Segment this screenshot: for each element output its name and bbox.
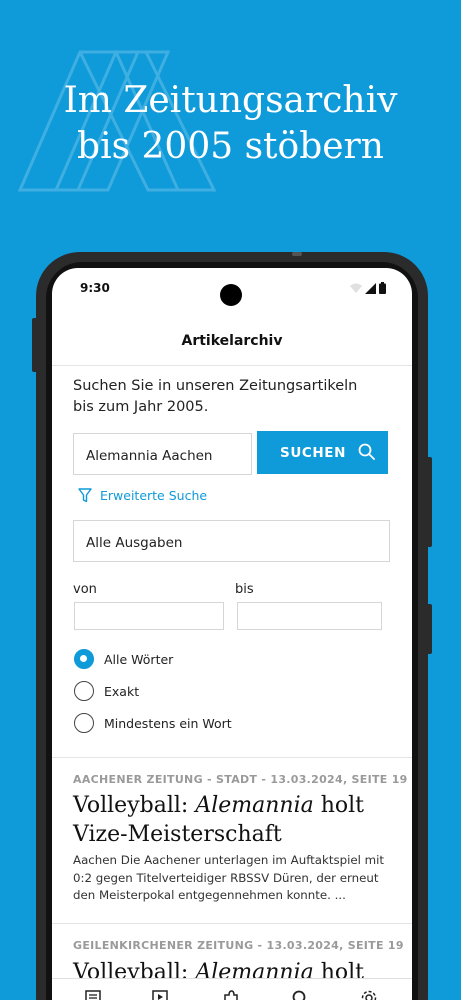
radio-circle-selected bbox=[74, 649, 94, 669]
search-button[interactable]: SUCHEN bbox=[257, 431, 388, 474]
status-time: 9:30 bbox=[80, 281, 110, 295]
radio-at-least-one-word[interactable]: Mindestens ein Wort bbox=[74, 713, 232, 733]
search-icon bbox=[358, 443, 375, 460]
radio-circle bbox=[74, 681, 94, 701]
result-snippet: Aachen Die Aachener unterlagen im Auftak… bbox=[73, 853, 385, 902]
signal-icon bbox=[365, 282, 376, 294]
advanced-search-label: Erweiterte Suche bbox=[100, 488, 208, 503]
puzzle-icon[interactable] bbox=[222, 989, 240, 1000]
phone-volume-button bbox=[427, 457, 432, 547]
phone-power-button bbox=[427, 604, 432, 654]
radio-exact[interactable]: Exakt bbox=[74, 681, 139, 701]
bottom-navigation bbox=[52, 978, 412, 1000]
date-from-field[interactable] bbox=[74, 602, 224, 630]
divider bbox=[52, 923, 412, 924]
wifi-icon bbox=[350, 283, 362, 293]
page-title: Artikelarchiv bbox=[181, 333, 283, 349]
search-button-label: SUCHEN bbox=[280, 445, 347, 461]
filter-icon bbox=[78, 488, 92, 503]
status-icons bbox=[350, 282, 386, 294]
front-camera bbox=[220, 284, 242, 306]
result-title-pre: Volleyball: bbox=[73, 793, 196, 818]
advanced-search-link[interactable]: Erweiterte Suche bbox=[78, 488, 207, 503]
promo-headline-line1: Im Zeitungsarchiv bbox=[63, 80, 398, 121]
result-meta: GEILENKIRCHENER ZEITUNG - 13.03.2024, SE… bbox=[73, 939, 404, 952]
play-icon[interactable] bbox=[151, 989, 169, 1000]
date-to-label: bis bbox=[235, 582, 254, 597]
result-title-highlight: Alemannia bbox=[195, 793, 314, 818]
gear-icon[interactable] bbox=[360, 989, 378, 1000]
search-input[interactable]: Alemannia Aachen bbox=[73, 433, 252, 475]
phone-side-button bbox=[32, 318, 37, 372]
search-intro-text: Suchen Sie in unseren Zeitungsartikeln b… bbox=[73, 378, 358, 415]
promo-headline: Im Zeitungsarchiv bis 2005 stöbern bbox=[0, 78, 461, 170]
date-to-field[interactable] bbox=[237, 602, 382, 630]
phone-speaker bbox=[292, 252, 302, 256]
search-nav-icon[interactable] bbox=[291, 989, 309, 1000]
date-from-label: von bbox=[73, 582, 97, 597]
battery-icon bbox=[379, 282, 386, 294]
status-bar: 9:30 bbox=[52, 268, 412, 308]
result-meta: AACHENER ZEITUNG - STADT - 13.03.2024, S… bbox=[73, 773, 408, 786]
radio-label: Mindestens ein Wort bbox=[104, 715, 232, 731]
radio-circle bbox=[74, 713, 94, 733]
divider bbox=[52, 757, 412, 758]
radio-all-words[interactable]: Alle Wörter bbox=[74, 649, 173, 669]
app-screen: 9:30 Artikelarchiv Suchen Sie in unseren… bbox=[52, 268, 412, 1000]
app-bar: Artikelarchiv bbox=[52, 308, 412, 366]
radio-label: Exakt bbox=[104, 683, 140, 699]
promo-headline-line2: bis 2005 stöbern bbox=[77, 126, 384, 167]
edition-select[interactable]: Alle Ausgaben bbox=[73, 520, 390, 562]
news-icon[interactable] bbox=[84, 989, 102, 1000]
result-title-link[interactable]: Volleyball: Alemannia holt Vize-Meisters… bbox=[73, 791, 393, 849]
radio-label: Alle Wörter bbox=[104, 651, 174, 667]
